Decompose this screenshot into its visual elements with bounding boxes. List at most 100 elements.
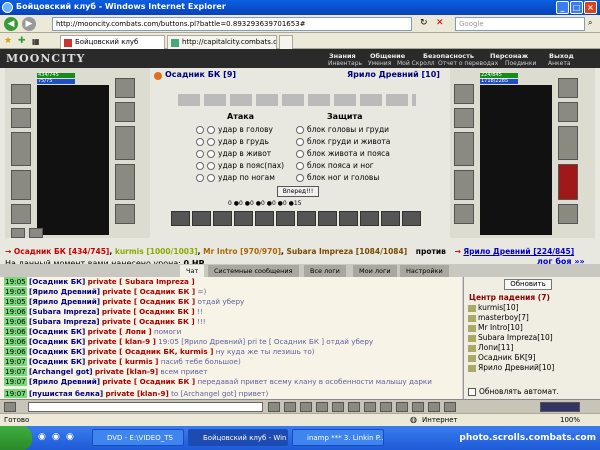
defense-option[interactable]: блок живота и пояса — [296, 148, 390, 159]
taskbar-item-browser[interactable]: Бойцовский клуб - Win... — [188, 429, 288, 446]
right-gloves-slot[interactable] — [558, 102, 578, 122]
tab-list-icon[interactable]: ▦ — [32, 37, 40, 46]
skill-icon[interactable] — [171, 211, 190, 226]
auto-refresh-checkbox[interactable] — [468, 388, 476, 396]
defense-option[interactable]: блок груди и живота — [296, 136, 390, 147]
right-belt-slot[interactable] — [454, 204, 474, 224]
left-amulet-slot[interactable] — [11, 108, 31, 128]
skill-icon[interactable] — [276, 211, 295, 226]
start-button[interactable] — [0, 426, 32, 450]
skill-icon[interactable] — [381, 211, 400, 226]
refresh-button[interactable]: Обновить — [504, 279, 552, 290]
tab-capitalcity[interactable]: http://capitalcity.combats.co... — [167, 35, 277, 49]
team-right-member[interactable]: Ярило Древний [224/845] — [463, 247, 574, 256]
refresh-icon[interactable]: ↻ — [420, 18, 428, 28]
attack-option[interactable]: удар по ногам — [196, 172, 275, 183]
skill-icon[interactable] — [339, 211, 358, 226]
left-belt-slot[interactable] — [11, 204, 31, 224]
search-input[interactable]: Google — [455, 17, 585, 31]
skill-icon[interactable] — [297, 211, 316, 226]
team-left-member[interactable]: Mr Intro [970/970] — [203, 247, 281, 256]
left-armor-slot[interactable] — [11, 170, 31, 200]
right-earring-slot[interactable] — [558, 78, 578, 98]
chat-tool-icon[interactable] — [412, 402, 424, 412]
nav-character[interactable]: Персонаж — [490, 52, 528, 60]
maximize-icon[interactable]: □ — [570, 1, 583, 14]
user-list-item[interactable]: kurmis[10] — [468, 303, 519, 313]
quicklaunch-icon[interactable]: ◉ — [52, 432, 60, 442]
left-weapon-slot[interactable] — [11, 132, 31, 166]
subnav-skills[interactable]: Умения — [368, 60, 391, 67]
right-armor-slot[interactable] — [454, 170, 474, 200]
team-left-member[interactable]: Осадник БК [434/745] — [14, 247, 109, 256]
right-helmet-slot[interactable] — [454, 84, 474, 104]
skill-icon[interactable] — [402, 211, 421, 226]
chat-message-input[interactable] — [28, 402, 263, 412]
tab-all-logs[interactable]: Все логи — [304, 265, 346, 277]
user-list-item[interactable]: Mr Intro[10] — [468, 323, 523, 333]
tab-settings[interactable]: Настройки — [400, 265, 449, 277]
left-shield-slot[interactable] — [115, 126, 135, 160]
user-list-item[interactable]: Ярило Древний[10] — [468, 363, 554, 373]
minimize-icon[interactable]: _ — [556, 1, 569, 14]
url-input[interactable]: http://mooncity.combats.com/buttons.pl?b… — [52, 17, 412, 31]
stop-icon[interactable]: ✕ — [436, 18, 444, 28]
favorites-star-icon[interactable]: ★ — [4, 36, 12, 46]
auto-refresh-row[interactable]: Обновлять автомат. — [468, 387, 559, 396]
chat-send-icon[interactable] — [268, 402, 280, 412]
team-left-member[interactable]: kurmis [1000/1003] — [115, 247, 198, 256]
subnav-scroll[interactable]: Мой Скролл — [397, 60, 435, 67]
defense-option[interactable]: блок ног и головы — [296, 172, 379, 183]
team-left-member[interactable]: Subara Impreza [1084/1084] — [286, 247, 407, 256]
skill-icon[interactable] — [318, 211, 337, 226]
chat-tool-icon[interactable] — [380, 402, 392, 412]
right-amulet-slot[interactable] — [454, 108, 474, 128]
right-cloak-slot[interactable] — [558, 164, 578, 200]
user-list-item[interactable]: Осадник БК[9] — [468, 353, 536, 363]
scroll-slots[interactable] — [178, 94, 416, 106]
attack-option[interactable]: удар в голову — [196, 124, 273, 135]
right-player-name[interactable]: Ярило Древний [10] — [347, 70, 440, 79]
taskbar-item-dvd[interactable]: DVD - E:\VIDEO_TS — [92, 429, 184, 446]
subnav-battles[interactable]: Поединки — [505, 60, 536, 67]
left-boots-slot[interactable] — [115, 204, 135, 224]
user-list-item[interactable]: Лопи[11] — [468, 343, 513, 353]
skill-icon[interactable] — [192, 211, 211, 226]
subnav-profile[interactable]: Анкета — [548, 60, 571, 67]
attack-option[interactable]: удар в живот — [196, 148, 271, 159]
chat-tool-icon[interactable] — [316, 402, 328, 412]
user-list-item[interactable]: Subara Impreza[10] — [468, 333, 553, 343]
chat-tool-icon[interactable] — [284, 402, 296, 412]
subnav-inventory[interactable]: Инвентарь — [328, 60, 362, 67]
skill-icon[interactable] — [255, 211, 274, 226]
search-icon[interactable]: ⌕ — [588, 18, 592, 28]
chat-tool-icon[interactable] — [428, 402, 440, 412]
defense-option[interactable]: блок пояса и ног — [296, 160, 374, 171]
quicklaunch-icon[interactable]: ◉ — [38, 432, 46, 442]
user-list-item[interactable]: masterboy[7] — [468, 313, 529, 323]
left-helmet-slot[interactable] — [11, 84, 31, 104]
right-boots-slot[interactable] — [558, 204, 578, 224]
close-icon[interactable]: × — [584, 1, 597, 14]
tab-combats[interactable]: Бойцовский клуб — [60, 35, 165, 49]
tab-my-logs[interactable]: Мои логи — [353, 265, 397, 277]
nav-security[interactable]: Безопасность — [423, 52, 474, 60]
tab-system-messages[interactable]: Системные сообщения — [208, 265, 299, 277]
attack-option[interactable]: удар в пояс(пах) — [196, 160, 284, 171]
nav-communication[interactable]: Общение — [370, 52, 405, 60]
skill-icon[interactable] — [360, 211, 379, 226]
subnav-transfers[interactable]: Отчет о переводах — [438, 60, 498, 67]
new-tab-button[interactable] — [279, 35, 293, 49]
fight-button[interactable]: Вперед!!! — [277, 186, 319, 197]
chat-tool-icon[interactable] — [300, 402, 312, 412]
nav-exit[interactable]: Выход — [549, 52, 574, 60]
left-legs-slot[interactable] — [115, 164, 135, 200]
chat-tool-icon[interactable] — [332, 402, 344, 412]
skill-icon[interactable] — [234, 211, 253, 226]
chat-tool-icon[interactable] — [396, 402, 408, 412]
add-favorite-icon[interactable]: ✚ — [18, 36, 26, 46]
back-icon[interactable]: ◀ — [4, 17, 18, 31]
left-ring-slot[interactable] — [11, 228, 25, 238]
left-gloves-slot[interactable] — [115, 102, 135, 122]
left-player-name[interactable]: Осадник БК [9] — [165, 70, 236, 79]
